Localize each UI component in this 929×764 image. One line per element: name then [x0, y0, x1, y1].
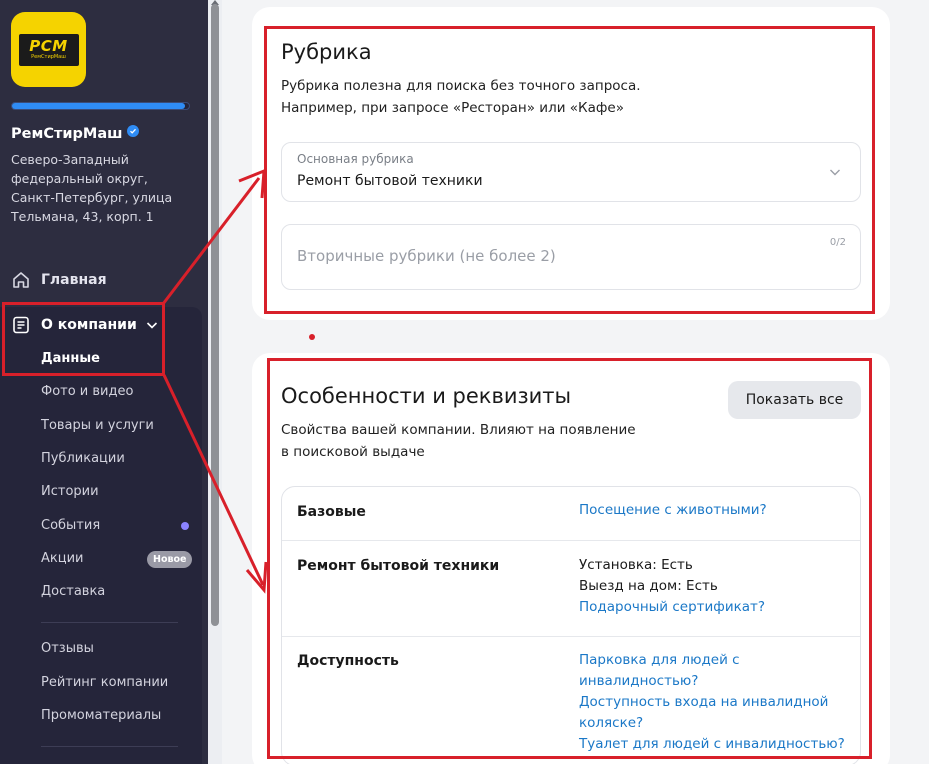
sidebar-divider [41, 622, 178, 623]
sidebar-item-photo-video[interactable]: Фото и видео [41, 384, 133, 399]
company-logo[interactable]: РСМ РемСтирМаш [11, 12, 86, 87]
sidebar-scrollbar[interactable] [208, 0, 222, 764]
new-badge: Новое [147, 551, 193, 568]
logo-mark: РСМ РемСтирМаш [18, 33, 79, 66]
annotation-box-rubric [264, 26, 875, 314]
profile-progress-fill [12, 103, 186, 109]
logo-sub-text: РемСтирМаш [31, 53, 66, 60]
company-address: Северо-Западный федеральный округ, Санкт… [11, 152, 173, 224]
scrollbar-thumb[interactable] [211, 4, 219, 626]
nav-item-main-label: Главная [41, 272, 107, 288]
sidebar-item-stories[interactable]: Истории [41, 484, 99, 499]
sidebar-item-rating[interactable]: Рейтинг компании [41, 675, 168, 690]
events-notification-dot [181, 522, 189, 530]
sidebar-divider-2 [41, 746, 178, 747]
nav-item-main[interactable]: Главная [11, 270, 107, 290]
sidebar-item-reviews[interactable]: Отзывы [41, 641, 94, 656]
logo-main-text: РСМ [29, 36, 68, 55]
sidebar-item-promotions[interactable]: Акции [41, 551, 84, 566]
company-name-text: РемСтирМаш [11, 126, 123, 142]
sidebar-item-publications[interactable]: Публикации [41, 451, 125, 466]
profile-progress-bar [11, 102, 190, 110]
annotation-box-features [267, 358, 872, 759]
company-name[interactable]: РемСтирМаш [11, 125, 139, 142]
sidebar-item-promo-materials[interactable]: Промоматериалы [41, 708, 161, 723]
annotation-box-sidebar [2, 302, 165, 376]
sidebar-item-delivery[interactable]: Доставка [41, 584, 105, 599]
annotation-dot [309, 334, 315, 340]
sidebar: РСМ РемСтирМаш РемСтирМаш Северо-Западны… [0, 0, 208, 764]
sidebar-item-goods-services[interactable]: Товары и услуги [41, 418, 154, 433]
verified-icon [126, 125, 139, 137]
sidebar-item-events[interactable]: События [41, 518, 100, 533]
home-icon [13, 272, 29, 288]
